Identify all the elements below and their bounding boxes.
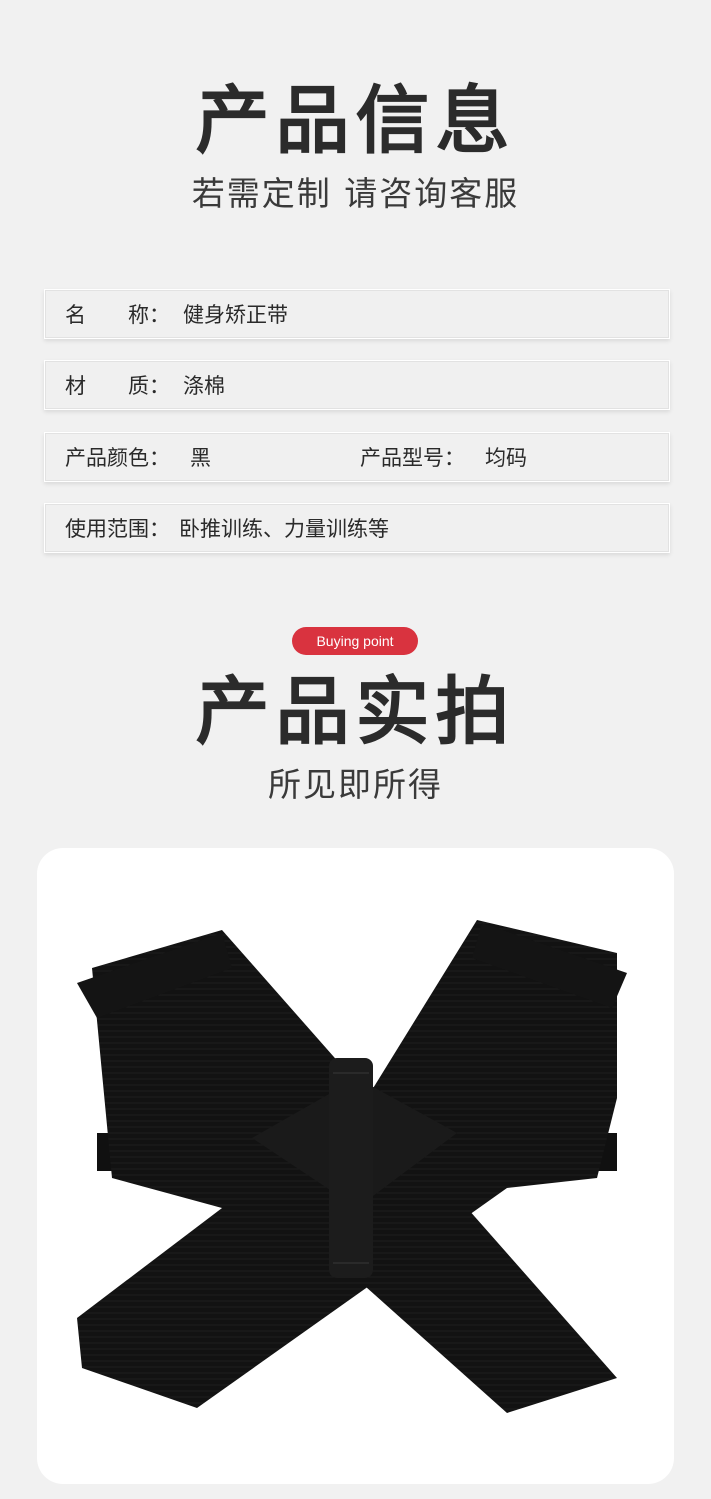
showcase-subtitle: 所见即所得 <box>268 765 443 804</box>
spec-value: 健身矫正带 <box>183 303 288 327</box>
spec-row-color-model: 产品颜色： 黑 产品型号： 均码 <box>44 432 670 482</box>
spec-label: 使用范围： <box>65 517 170 541</box>
spec-value: 卧推训练、力量训练等 <box>179 517 389 541</box>
spec-label: 材 质： <box>65 374 170 398</box>
showcase-title: 产品实拍 <box>195 669 516 755</box>
spec-label: 产品颜色： <box>65 446 170 470</box>
spec-label-model: 产品型号： <box>360 446 465 470</box>
info-title: 产品信息 <box>195 78 516 164</box>
spec-row-usage: 使用范围： 卧推训练、力量训练等 <box>44 503 670 553</box>
spec-label: 名 称： <box>65 303 170 327</box>
spec-value-model: 均码 <box>485 446 527 470</box>
spec-row-name: 名 称： 健身矫正带 <box>44 289 670 339</box>
spec-row-material: 材 质： 涤棉 <box>44 360 670 410</box>
posture-strap-image <box>77 920 627 1413</box>
product-photo <box>37 848 674 1484</box>
spec-value: 涤棉 <box>183 374 225 398</box>
info-subtitle: 若需定制 请咨询客服 <box>191 174 520 213</box>
buying-point-badge: Buying point <box>292 627 418 655</box>
spec-value: 黑 <box>190 446 211 470</box>
